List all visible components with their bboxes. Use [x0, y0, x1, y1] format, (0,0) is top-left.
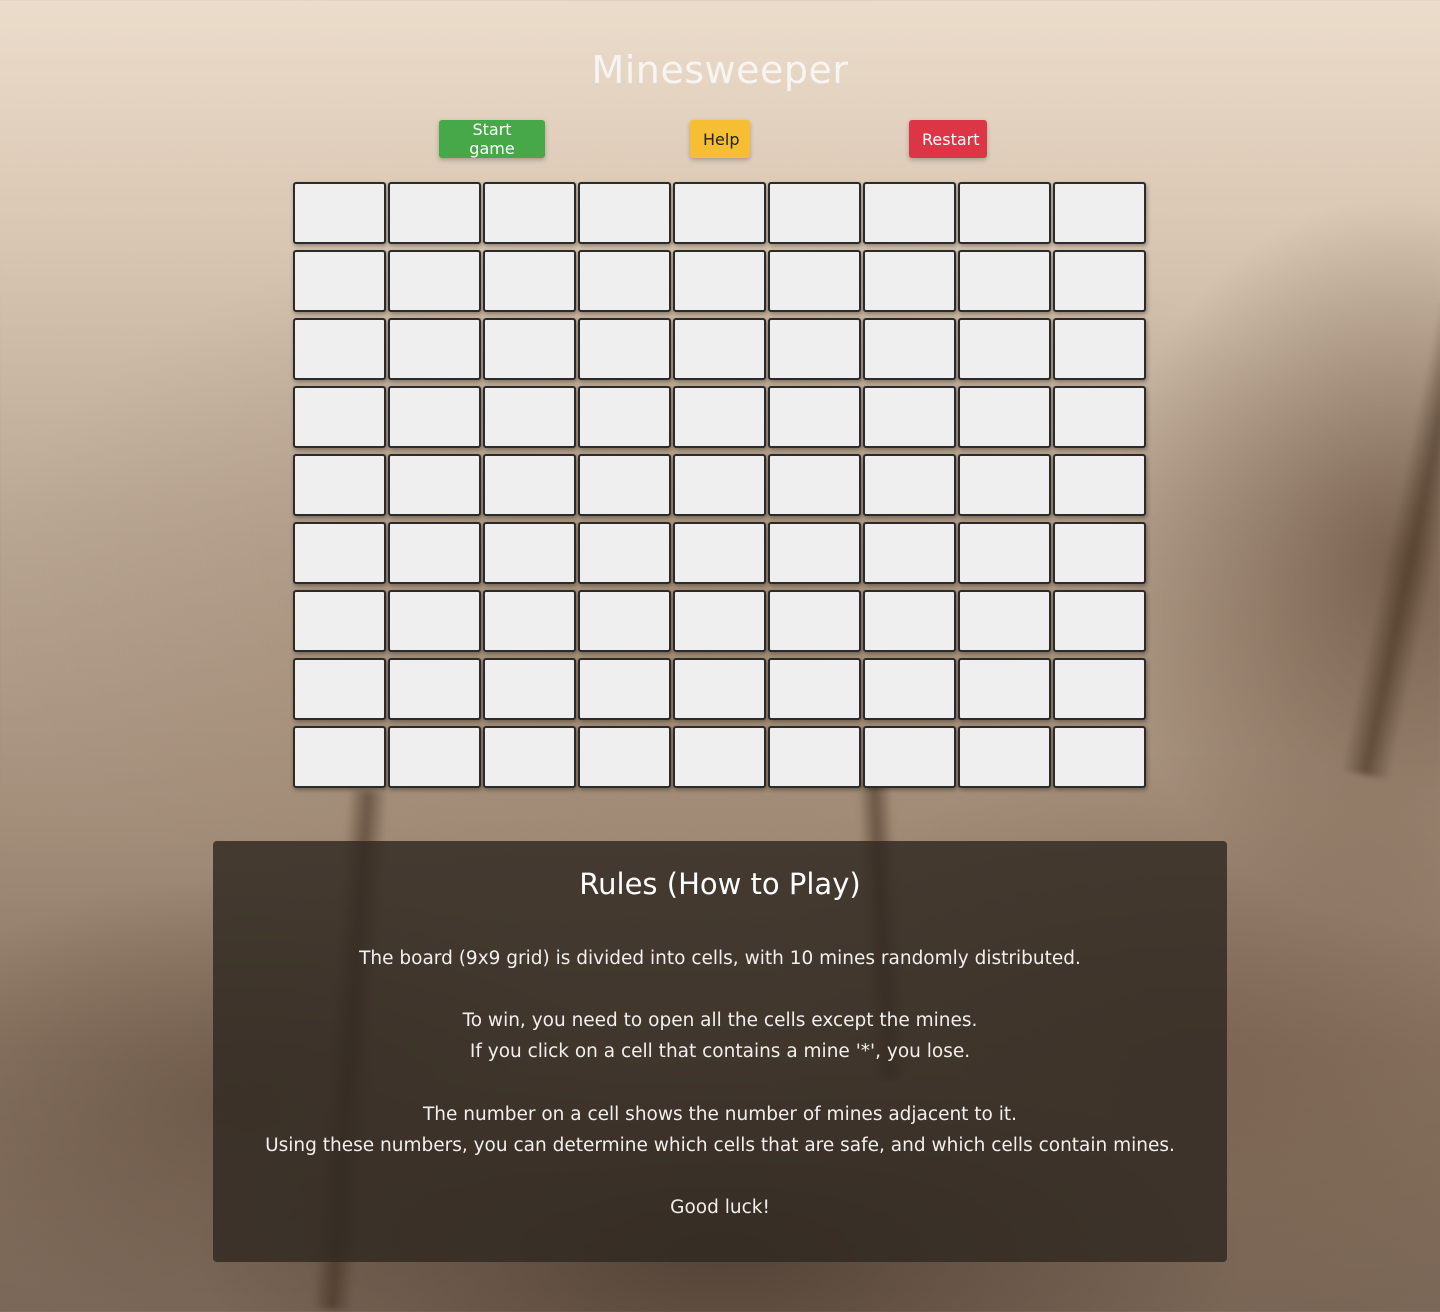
board-cell[interactable]	[958, 386, 1051, 448]
board-cell[interactable]	[673, 590, 766, 652]
board-cell[interactable]	[958, 658, 1051, 720]
board-cell[interactable]	[1053, 182, 1146, 244]
board-cell[interactable]	[673, 386, 766, 448]
board-cell[interactable]	[293, 454, 386, 516]
board-cell[interactable]	[578, 182, 671, 244]
board-cell[interactable]	[673, 182, 766, 244]
board-cell[interactable]	[483, 182, 576, 244]
rules-text-numbers: The number on a cell shows the number of…	[422, 1104, 1018, 1125]
board-cell[interactable]	[673, 250, 766, 312]
board-cell[interactable]	[293, 658, 386, 720]
rules-text-strategy: Using these numbers, you can determine w…	[265, 1135, 1175, 1156]
board-cell[interactable]	[388, 386, 481, 448]
board-cell[interactable]	[1053, 386, 1146, 448]
board-cell[interactable]	[863, 386, 956, 448]
board-cell[interactable]	[768, 726, 861, 788]
board-cell[interactable]	[388, 250, 481, 312]
board-cell[interactable]	[578, 454, 671, 516]
board-cell[interactable]	[863, 250, 956, 312]
board-cell[interactable]	[483, 658, 576, 720]
board-cell[interactable]	[578, 386, 671, 448]
rules-title: Rules (How to Play)	[579, 867, 861, 901]
rules-text-lose: If you click on a cell that contains a m…	[469, 1041, 971, 1062]
board-cell[interactable]	[768, 250, 861, 312]
board-cell[interactable]	[768, 454, 861, 516]
board-cell[interactable]	[293, 182, 386, 244]
board-cell[interactable]	[483, 726, 576, 788]
board-cell[interactable]	[958, 318, 1051, 380]
board-cell[interactable]	[768, 318, 861, 380]
board-cell[interactable]	[673, 318, 766, 380]
board-cell[interactable]	[1053, 522, 1146, 584]
board-cell[interactable]	[863, 182, 956, 244]
start-game-button[interactable]: Start game	[439, 120, 545, 158]
board-cell[interactable]	[578, 590, 671, 652]
board-cell[interactable]	[958, 182, 1051, 244]
board-cell[interactable]	[768, 590, 861, 652]
board-cell[interactable]	[578, 318, 671, 380]
board-cell[interactable]	[293, 386, 386, 448]
board-cell[interactable]	[483, 454, 576, 516]
board-cell[interactable]	[768, 182, 861, 244]
restart-button[interactable]: Restart	[909, 120, 987, 158]
board-cell[interactable]	[958, 590, 1051, 652]
board-cell[interactable]	[863, 726, 956, 788]
board-cell[interactable]	[768, 386, 861, 448]
rules-text-good-luck: Good luck!	[670, 1197, 770, 1218]
rules-text-board: The board (9x9 grid) is divided into cel…	[359, 948, 1081, 969]
board-cell[interactable]	[1053, 590, 1146, 652]
board-cell[interactable]	[578, 522, 671, 584]
board-cell[interactable]	[293, 250, 386, 312]
board-cell[interactable]	[863, 522, 956, 584]
board-cell[interactable]	[863, 318, 956, 380]
board-cell[interactable]	[958, 454, 1051, 516]
board-cell[interactable]	[958, 250, 1051, 312]
board-cell[interactable]	[673, 522, 766, 584]
board-cell[interactable]	[293, 522, 386, 584]
board-cell[interactable]	[388, 522, 481, 584]
board-cell[interactable]	[768, 522, 861, 584]
board-cell[interactable]	[863, 454, 956, 516]
board-cell[interactable]	[483, 386, 576, 448]
board-cell[interactable]	[388, 454, 481, 516]
game-board	[293, 182, 1148, 788]
board-cell[interactable]	[578, 726, 671, 788]
board-cell[interactable]	[1053, 250, 1146, 312]
board-cell[interactable]	[863, 658, 956, 720]
board-cell[interactable]	[1053, 454, 1146, 516]
board-cell[interactable]	[483, 318, 576, 380]
background-stem	[1340, 300, 1440, 780]
board-cell[interactable]	[1053, 658, 1146, 720]
board-cell[interactable]	[958, 522, 1051, 584]
board-cell[interactable]	[673, 658, 766, 720]
board-cell[interactable]	[673, 726, 766, 788]
board-cell[interactable]	[863, 590, 956, 652]
board-cell[interactable]	[388, 726, 481, 788]
board-cell[interactable]	[958, 726, 1051, 788]
board-cell[interactable]	[293, 590, 386, 652]
board-cell[interactable]	[578, 658, 671, 720]
rules-text-win: To win, you need to open all the cells e…	[462, 1010, 978, 1031]
board-cell[interactable]	[293, 318, 386, 380]
board-cell[interactable]	[578, 250, 671, 312]
board-cell[interactable]	[768, 658, 861, 720]
board-cell[interactable]	[388, 182, 481, 244]
board-cell[interactable]	[388, 590, 481, 652]
board-cell[interactable]	[483, 250, 576, 312]
rules-panel: Rules (How to Play) The board (9x9 grid)…	[213, 841, 1227, 1262]
board-cell[interactable]	[388, 658, 481, 720]
board-cell[interactable]	[673, 454, 766, 516]
board-cell[interactable]	[483, 522, 576, 584]
board-cell[interactable]	[293, 726, 386, 788]
board-cell[interactable]	[1053, 726, 1146, 788]
page-title: Minesweeper	[591, 48, 849, 92]
board-cell[interactable]	[388, 318, 481, 380]
board-cell[interactable]	[483, 590, 576, 652]
help-button[interactable]: Help	[690, 120, 750, 158]
board-cell[interactable]	[1053, 318, 1146, 380]
